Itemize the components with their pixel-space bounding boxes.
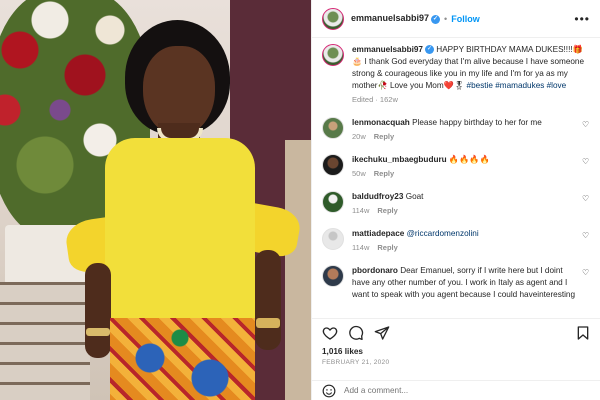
action-icons	[322, 325, 591, 341]
comment-like-icon[interactable]: ♡	[582, 195, 590, 203]
caption-meta: Edited · 162w	[352, 95, 592, 104]
comment-meta: 50w Reply	[352, 169, 582, 178]
comment-feed[interactable]: emmanuelsabbi97 ✓ HAPPY BIRTHDAY MAMA DUK…	[312, 38, 600, 301]
comment-item: ikechuku_mbaegbuduru 🔥🔥🔥🔥 50w Reply ♡	[322, 154, 590, 178]
caption-avatar[interactable]	[322, 44, 344, 66]
comment-meta: 114w Reply	[352, 243, 582, 252]
comment-text: pbordonaro Dear Emanuel, sorry if I writ…	[352, 265, 582, 301]
post-actions: 1,016 likes FEBRUARY 21, 2020	[312, 318, 600, 372]
comment-text: ikechuku_mbaegbuduru 🔥🔥🔥🔥	[352, 154, 582, 166]
post-date: FEBRUARY 21, 2020	[322, 359, 390, 366]
post-header: emmanuelsabbi97 ✓ • Follow •••	[312, 0, 600, 38]
comment-like-icon[interactable]: ♡	[582, 158, 590, 166]
heart-icon[interactable]	[322, 325, 338, 341]
post-caption: emmanuelsabbi97 ✓ HAPPY BIRTHDAY MAMA DUK…	[322, 44, 590, 104]
verified-icon: ✓	[431, 14, 441, 24]
woman-figure	[63, 18, 305, 400]
comment-icon[interactable]	[348, 325, 364, 341]
patterned-skirt	[110, 318, 255, 400]
reply-button[interactable]: Reply	[377, 243, 397, 252]
add-comment-input[interactable]	[344, 386, 564, 395]
yellow-blouse	[105, 138, 255, 328]
comment-text: mattiadepace @riccardomenzolini	[352, 228, 582, 240]
reply-button[interactable]: Reply	[377, 206, 397, 215]
verified-icon: ✓	[425, 45, 434, 55]
reply-button[interactable]: Reply	[374, 169, 394, 178]
caption-username[interactable]: emmanuelsabbi97	[352, 45, 423, 54]
comment-body: 🔥🔥🔥🔥	[448, 155, 490, 164]
caption-time: Edited · 162w	[352, 95, 398, 104]
likes-count[interactable]: 1,016 likes	[322, 347, 591, 356]
comment-time: 114w	[352, 206, 370, 215]
bracelet	[86, 328, 110, 336]
comment-avatar[interactable]	[322, 191, 344, 213]
comment-item: pbordonaro Dear Emanuel, sorry if I writ…	[322, 265, 590, 301]
bookmark-icon[interactable]	[575, 325, 591, 341]
comment-text: baldudfroy23 Goat	[352, 191, 582, 203]
comment-username[interactable]: ikechuku_mbaegbuduru	[352, 155, 447, 164]
reply-button[interactable]: Reply	[374, 132, 394, 141]
comment-avatar[interactable]	[322, 117, 344, 139]
emoji-icon[interactable]	[322, 384, 336, 398]
comment-text: lenmonacquah Please happy birthday to he…	[352, 117, 582, 129]
comment-body: Please happy birthday to her for me	[412, 118, 542, 127]
comment-mention[interactable]: @riccardomenzolini	[407, 229, 479, 238]
more-icon[interactable]: •••	[574, 12, 590, 26]
comment-like-icon[interactable]: ♡	[582, 232, 590, 240]
comment-like-icon[interactable]: ♡	[582, 269, 590, 277]
comment-username[interactable]: mattiadepace	[352, 229, 404, 238]
post-viewer: emmanuelsabbi97 ✓ • Follow ••• emmanuelsa…	[0, 0, 600, 400]
comment-item: mattiadepace @riccardomenzolini 114w Repl…	[322, 228, 590, 252]
comment-username[interactable]: pbordonaro	[352, 266, 398, 275]
comment-time: 20w	[352, 132, 366, 141]
caption-hashtags[interactable]: #bestie #mamadukes #love	[467, 81, 567, 90]
comment-meta: 20w Reply	[352, 132, 582, 141]
share-icon[interactable]	[374, 325, 390, 341]
comment-avatar[interactable]	[322, 154, 344, 176]
comment-item: baldudfroy23 Goat 114w Reply ♡	[322, 191, 590, 215]
header-username-text: emmanuelsabbi97	[351, 13, 430, 24]
avatar[interactable]	[322, 7, 344, 30]
post-photo[interactable]	[0, 0, 311, 400]
header-username[interactable]: emmanuelsabbi97 ✓	[351, 13, 441, 24]
comments-panel: emmanuelsabbi97 ✓ • Follow ••• emmanuelsa…	[311, 0, 600, 400]
comment-body: Goat	[405, 192, 424, 201]
left-arm	[85, 263, 111, 358]
right-arm	[255, 250, 281, 350]
separator-dot: •	[444, 13, 448, 24]
comment-avatar[interactable]	[322, 228, 344, 250]
comment-username[interactable]: baldudfroy23	[352, 192, 403, 201]
caption-text: emmanuelsabbi97 ✓ HAPPY BIRTHDAY MAMA DUK…	[352, 44, 592, 92]
wristwatch	[256, 318, 280, 328]
comment-item: lenmonacquah Please happy birthday to he…	[322, 117, 590, 141]
comment-time: 114w	[352, 243, 370, 252]
comment-avatar[interactable]	[322, 265, 344, 287]
comment-time: 50w	[352, 169, 366, 178]
comment-like-icon[interactable]: ♡	[582, 121, 590, 129]
add-comment-bar	[312, 380, 600, 400]
follow-button[interactable]: Follow	[451, 14, 480, 24]
comment-username[interactable]: lenmonacquah	[352, 118, 410, 127]
comment-meta: 114w Reply	[352, 206, 582, 215]
